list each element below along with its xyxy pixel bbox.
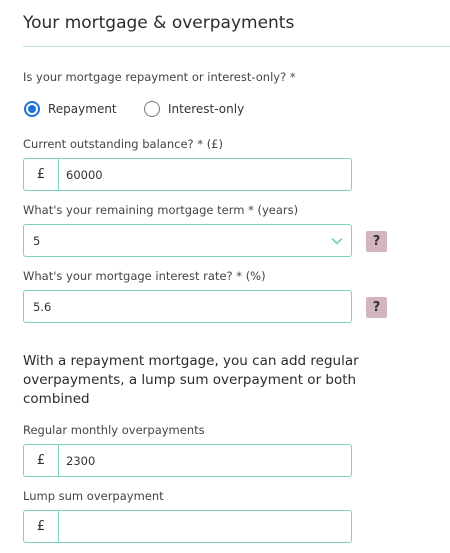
term-help-button[interactable]: ? <box>366 231 387 252</box>
radio-interest-only-label: Interest-only <box>168 102 245 116</box>
pound-prefix: £ <box>24 159 59 190</box>
overpayment-info-text: With a repayment mortgage, you can add r… <box>23 353 359 407</box>
rate-help-button[interactable]: ? <box>366 297 387 318</box>
balance-label: Current outstanding balance? * (£) <box>23 137 223 151</box>
term-selected-value: 5 <box>33 233 41 248</box>
monthly-overpayment-field[interactable]: £ <box>23 444 352 477</box>
term-select[interactable]: 5 <box>23 224 352 257</box>
monthly-overpayment-label: Regular monthly overpayments <box>23 423 205 437</box>
radio-selected-dot <box>28 105 36 113</box>
rate-input[interactable] <box>24 291 351 322</box>
radio-repayment[interactable]: Repayment <box>24 101 117 117</box>
term-label: What's your remaining mortgage term * (y… <box>23 203 299 217</box>
radio-repayment-label: Repayment <box>48 102 117 116</box>
balance-input[interactable] <box>59 159 351 190</box>
pound-prefix: £ <box>24 511 59 542</box>
radio-interest-only-control[interactable] <box>144 101 160 117</box>
pound-prefix: £ <box>24 445 59 476</box>
lump-sum-input[interactable] <box>59 511 351 542</box>
lump-sum-field[interactable]: £ <box>23 510 352 543</box>
balance-field[interactable]: £ <box>23 158 352 191</box>
rate-label: What's your mortgage interest rate? * (%… <box>23 269 266 283</box>
repayment-type-label: Is your mortgage repayment or interest-o… <box>23 70 296 84</box>
radio-interest-only[interactable]: Interest-only <box>144 101 244 117</box>
lump-sum-label: Lump sum overpayment <box>23 489 164 503</box>
section-divider <box>23 46 450 47</box>
radio-repayment-control[interactable] <box>24 101 40 117</box>
monthly-overpayment-input[interactable] <box>59 445 351 476</box>
section-title: Your mortgage & overpayments <box>23 13 295 33</box>
rate-field[interactable] <box>23 290 352 323</box>
chevron-down-icon <box>323 225 351 256</box>
